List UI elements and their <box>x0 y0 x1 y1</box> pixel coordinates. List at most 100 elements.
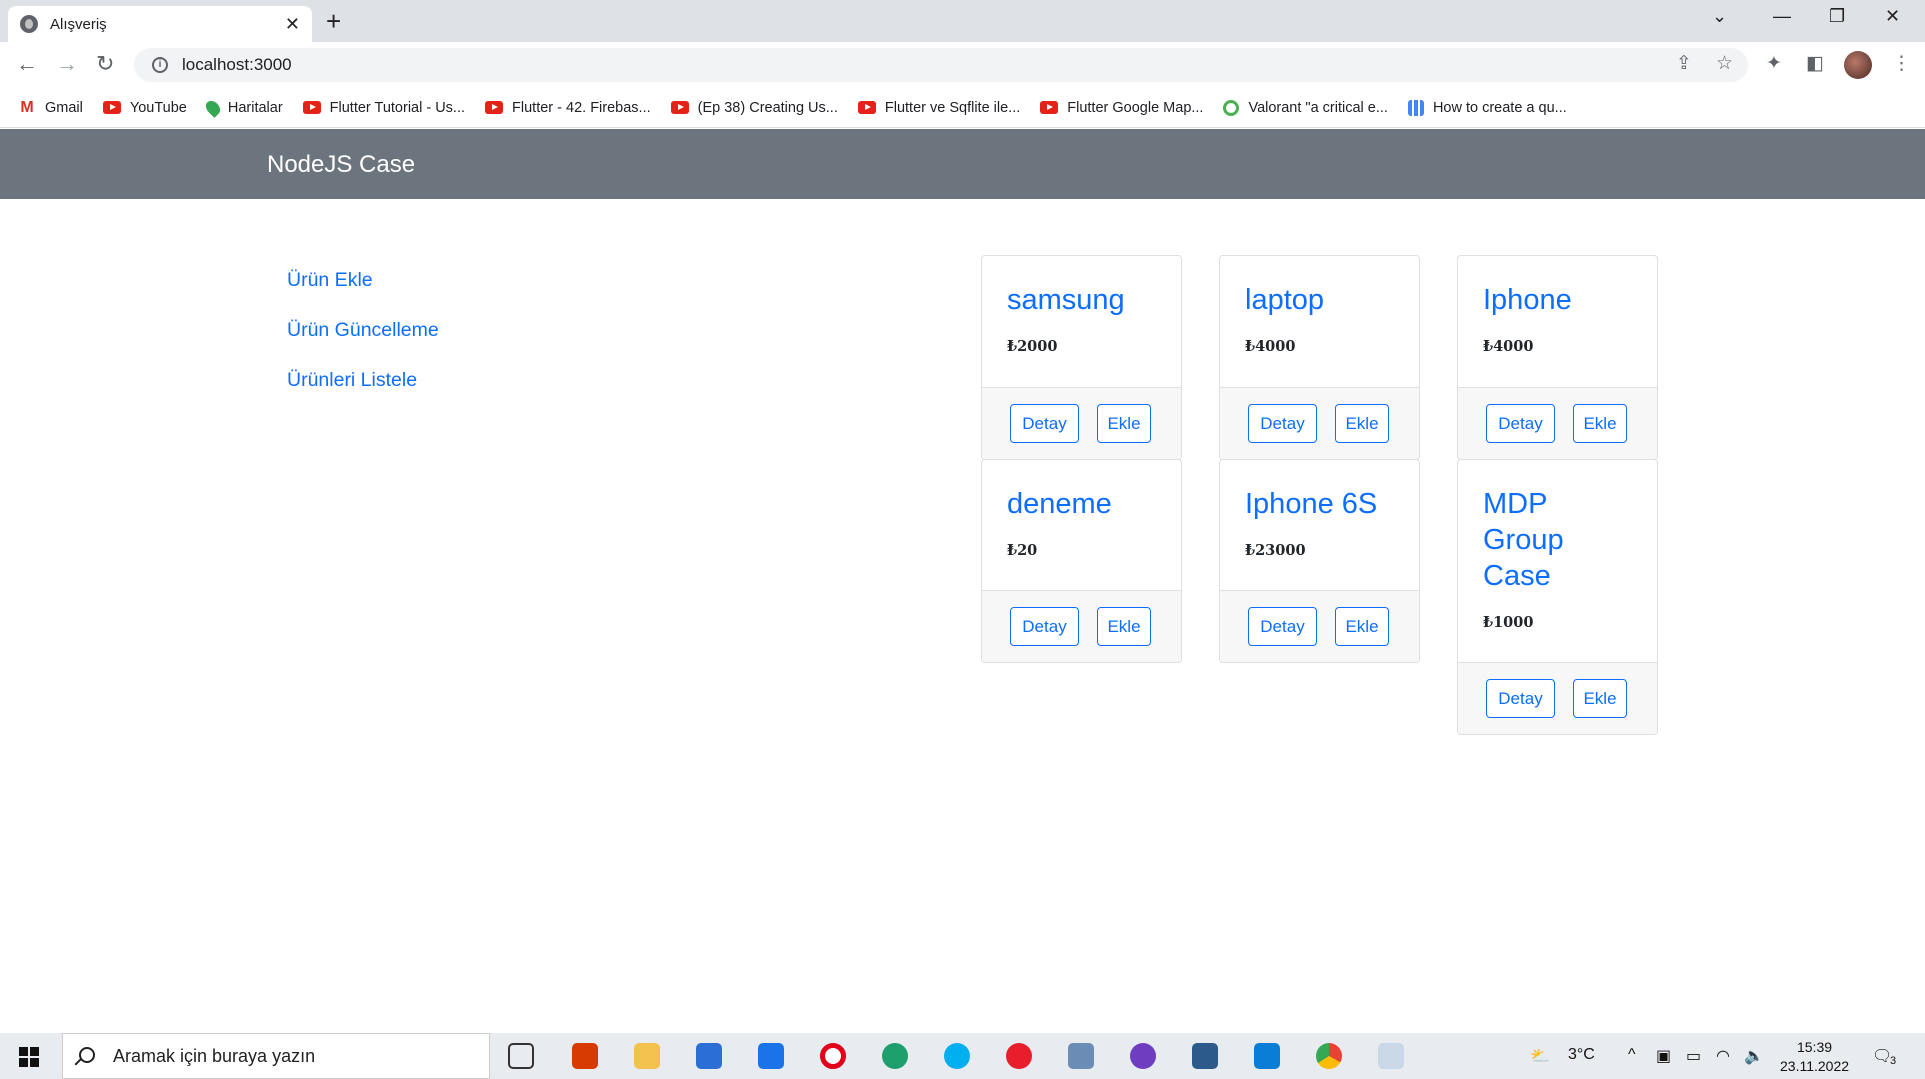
back-icon[interactable]: ← <box>16 52 38 76</box>
volume-icon[interactable]: 🔈 <box>1744 1046 1764 1066</box>
reload-icon[interactable]: ↻ <box>96 52 114 76</box>
browser-toolbar: ← → ↻ i localhost:3000 ⇪ ☆ ✦ ◧ ⋮ <box>0 42 1925 88</box>
taskbar-clock[interactable]: 15:39 23.11.2022 <box>1780 1038 1849 1076</box>
add-button[interactable]: Ekle <box>1335 607 1389 646</box>
edge-icon[interactable] <box>882 1043 908 1069</box>
detail-button[interactable]: Detay <box>1486 679 1555 718</box>
bookmark-item[interactable]: Flutter Google Map... <box>1040 100 1203 116</box>
site-info-icon[interactable]: i <box>152 57 168 73</box>
battery-icon[interactable]: ▭ <box>1686 1046 1701 1066</box>
new-tab-button[interactable]: + <box>326 8 341 34</box>
sidebar-link-add-product[interactable]: Ürün Ekle <box>287 266 439 316</box>
chrome-icon[interactable] <box>1316 1043 1342 1069</box>
forward-icon[interactable]: → <box>56 52 78 76</box>
add-button[interactable]: Ekle <box>1097 404 1151 443</box>
bookmark-item[interactable]: Flutter - 42. Firebas... <box>485 100 651 116</box>
add-button[interactable]: Ekle <box>1573 404 1627 443</box>
profile-avatar[interactable] <box>1844 51 1872 79</box>
youtube-icon <box>670 101 689 114</box>
product-name[interactable]: MDP Group Case <box>1483 486 1633 594</box>
bookmark-gmail[interactable]: M Gmail <box>18 100 83 116</box>
gmail-icon: M <box>20 99 34 116</box>
meet-now-icon[interactable]: ▣ <box>1656 1046 1671 1066</box>
tab-close-icon[interactable]: ✕ <box>285 14 300 35</box>
add-button[interactable]: Ekle <box>1335 404 1389 443</box>
address-bar[interactable]: i localhost:3000 <box>134 48 1748 82</box>
bookmark-item[interactable]: Valorant "a critical e... <box>1223 99 1388 116</box>
taskbar-search[interactable]: Aramak için buraya yazın <box>62 1033 490 1079</box>
sql-tool-icon[interactable] <box>1192 1043 1218 1069</box>
bookmark-youtube[interactable]: YouTube <box>102 99 187 116</box>
bookmark-maps[interactable]: Haritalar <box>202 97 283 118</box>
globe-icon <box>20 15 38 33</box>
product-card: MDP Group Case ₺1000 Detay Ekle <box>1457 459 1658 735</box>
add-button[interactable]: Ekle <box>1573 679 1627 718</box>
share-icon[interactable]: ⇪ <box>1676 52 1692 75</box>
close-window-icon[interactable]: ✕ <box>1885 6 1900 27</box>
bookmark-label: Haritalar <box>227 99 283 116</box>
bookmark-item[interactable]: How to create a qu... <box>1407 99 1567 116</box>
office-icon[interactable] <box>572 1043 598 1069</box>
github-desktop-icon[interactable] <box>1130 1043 1156 1069</box>
product-card: Iphone ₺4000 Detay Ekle <box>1457 255 1658 460</box>
windows-start-icon[interactable] <box>19 1047 39 1067</box>
navbar-brand[interactable]: NodeJS Case <box>267 151 415 179</box>
clock-time: 15:39 <box>1796 1039 1833 1055</box>
sidebar-link-update-product[interactable]: Ürün Güncelleme <box>287 316 439 366</box>
power-icon <box>1223 99 1240 116</box>
minimize-icon[interactable]: — <box>1773 6 1791 27</box>
sidebar-link-list-products[interactable]: Ürünleri Listele <box>287 366 439 416</box>
product-card: samsung ₺2000 Detay Ekle <box>981 255 1182 460</box>
search-icon <box>79 1047 95 1063</box>
product-name[interactable]: Iphone 6S <box>1245 486 1395 522</box>
youtube-icon <box>857 101 876 114</box>
bookmark-star-icon[interactable]: ☆ <box>1716 52 1733 75</box>
skype-icon[interactable] <box>944 1043 970 1069</box>
paint-icon[interactable] <box>1378 1043 1404 1069</box>
sidebar-nav: Ürün Ekle Ürün Güncelleme Ürünleri Liste… <box>287 266 439 416</box>
detail-button[interactable]: Detay <box>1486 404 1555 443</box>
clock-date: 23.11.2022 <box>1780 1058 1850 1074</box>
product-price: ₺23000 <box>1245 542 1306 559</box>
maps-icon <box>202 97 223 118</box>
network-tool-icon[interactable] <box>1068 1043 1094 1069</box>
product-card: Iphone 6S ₺23000 Detay Ekle <box>1219 459 1420 663</box>
tab-search-icon[interactable]: ⌄ <box>1712 6 1727 27</box>
menu-icon[interactable]: ⋮ <box>1892 52 1911 75</box>
youtube-icon <box>485 101 504 114</box>
tray-chevron-icon[interactable]: ^ <box>1628 1046 1636 1064</box>
product-card: deneme ₺20 Detay Ekle <box>981 459 1182 663</box>
weather-temp[interactable]: 3°C <box>1568 1046 1595 1064</box>
bookmark-label: (Ep 38) Creating Us... <box>697 99 838 116</box>
product-name[interactable]: samsung <box>1007 282 1157 318</box>
add-button[interactable]: Ekle <box>1097 607 1151 646</box>
product-name[interactable]: laptop <box>1245 282 1395 318</box>
restore-icon[interactable]: ❐ <box>1829 6 1845 27</box>
vscode-icon[interactable] <box>1254 1043 1280 1069</box>
wifi-icon[interactable]: ◠ <box>1716 1046 1730 1066</box>
media-player-icon[interactable] <box>1006 1043 1032 1069</box>
bookmark-label: YouTube <box>129 99 187 116</box>
store-icon[interactable] <box>696 1043 722 1069</box>
bookmark-item[interactable]: Flutter Tutorial - Us... <box>302 100 465 116</box>
opera-icon[interactable] <box>820 1043 846 1069</box>
detail-button[interactable]: Detay <box>1010 607 1079 646</box>
product-price: ₺4000 <box>1483 338 1534 355</box>
detail-button[interactable]: Detay <box>1248 607 1317 646</box>
navbar: NodeJS Case <box>0 129 1925 199</box>
extensions-icon[interactable]: ✦ <box>1766 52 1782 75</box>
bookmark-item[interactable]: Flutter ve Sqflite ile... <box>857 100 1020 116</box>
product-name[interactable]: Iphone <box>1483 282 1633 318</box>
url-text[interactable]: localhost:3000 <box>182 55 292 75</box>
bookmark-item[interactable]: (Ep 38) Creating Us... <box>670 99 838 116</box>
product-name[interactable]: deneme <box>1007 486 1157 522</box>
detail-button[interactable]: Detay <box>1248 404 1317 443</box>
file-explorer-icon[interactable] <box>634 1043 660 1069</box>
mail-icon[interactable] <box>758 1043 784 1069</box>
product-card: laptop ₺4000 Detay Ekle <box>1219 255 1420 460</box>
side-panel-icon[interactable]: ◧ <box>1806 52 1824 75</box>
detail-button[interactable]: Detay <box>1010 404 1079 443</box>
weather-icon[interactable]: ⛅ <box>1530 1046 1550 1066</box>
browser-tab[interactable]: Alışveriş ✕ <box>8 6 312 42</box>
task-view-icon[interactable] <box>508 1043 534 1069</box>
